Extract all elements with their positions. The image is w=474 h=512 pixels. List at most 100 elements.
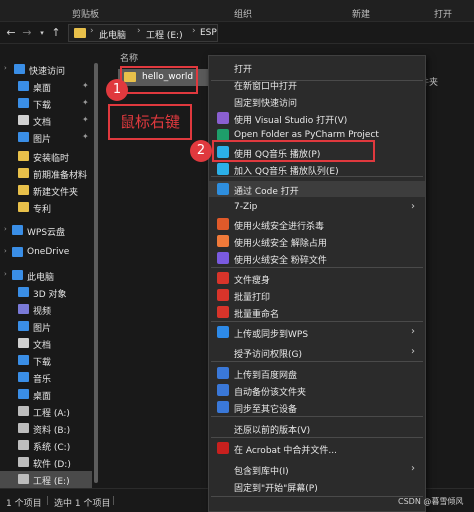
sidebar-item-label: 下载: [33, 358, 52, 368]
context-menu-item[interactable]: 同步至其它设备: [209, 399, 425, 415]
sidebar-item-label: 安装临时: [33, 154, 70, 164]
folder-icon: [18, 168, 29, 178]
context-menu-item[interactable]: 固定到"开始"屏幕(P): [209, 478, 425, 494]
folder-icon: [18, 202, 29, 212]
visual-studio-icon: [217, 112, 229, 124]
sidebar-item-label: 桌面: [33, 392, 52, 402]
context-menu-item[interactable]: 文件瘦身: [209, 270, 425, 286]
picture-icon: [18, 321, 29, 331]
sidebar-item-label: 3D 对象: [33, 290, 67, 300]
sidebar-item[interactable]: 图片: [0, 318, 92, 335]
wps-icon: [217, 289, 229, 301]
pin-icon: ✦: [82, 81, 89, 90]
context-menu-item[interactable]: 使用 Visual Studio 打开(V): [209, 110, 425, 126]
sidebar-item[interactable]: 文档: [0, 335, 92, 352]
breadcrumb-drive-e[interactable]: 工程 (E:): [146, 28, 183, 41]
sidebar-item-label: 系统 (C:): [33, 443, 71, 453]
chevron-right-icon[interactable]: ›: [4, 64, 7, 72]
context-menu-divider: [211, 496, 423, 497]
sidebar-item-label: 软件 (D:): [33, 460, 71, 470]
context-menu-item[interactable]: 打开: [209, 59, 425, 75]
sidebar-item-label: 工程 (A:): [33, 409, 70, 419]
context-menu-item[interactable]: 通过 Code 打开: [209, 181, 425, 197]
sidebar-item[interactable]: 系统 (C:): [0, 437, 92, 454]
sidebar-item[interactable]: 下载 ✦: [0, 95, 92, 112]
breadcrumb-this-pc[interactable]: 此电脑: [99, 28, 126, 41]
context-menu-item[interactable]: 使用火绒安全 解除占用: [209, 233, 425, 249]
context-menu-item[interactable]: 在 Acrobat 中合并文件...: [209, 440, 425, 456]
context-menu-item-label: 授予访问权限(G): [234, 350, 302, 360]
sidebar-item[interactable]: 软件 (D:): [0, 454, 92, 471]
context-menu-item[interactable]: 固定到快速访问: [209, 93, 425, 109]
navigation-pane-scrollbar[interactable]: [94, 63, 98, 483]
status-separator: |: [112, 496, 116, 506]
context-menu-item[interactable]: 包含到库中(I) ›: [209, 461, 425, 477]
sidebar-item[interactable]: 桌面 ✦: [0, 78, 92, 95]
sidebar-item[interactable]: 3D 对象: [0, 284, 92, 301]
sidebar-item[interactable]: 工程 (A:): [0, 403, 92, 420]
context-menu-item[interactable]: 使用火绒安全进行杀毒: [209, 216, 425, 232]
sidebar-item[interactable]: › 快速访问: [0, 61, 92, 78]
context-menu-item[interactable]: 上传到百度网盘: [209, 365, 425, 381]
context-menu-item[interactable]: 在新窗口中打开: [209, 76, 425, 92]
arrow-left-icon[interactable]: ←: [4, 25, 18, 41]
context-menu-item-label: 同步至其它设备: [234, 405, 298, 415]
sidebar-item[interactable]: 文档 ✦: [0, 112, 92, 129]
sidebar-item[interactable]: 专利: [0, 199, 92, 216]
context-menu-item[interactable]: 使用火绒安全 粉碎文件: [209, 250, 425, 266]
sidebar-item-label: WPS云盘: [27, 228, 66, 238]
sidebar-item[interactable]: › 此电脑: [0, 267, 92, 284]
context-menu-item[interactable]: 上传或同步到WPS ›: [209, 324, 425, 340]
context-menu-item[interactable]: 7-Zip ›: [209, 199, 425, 215]
arrow-up-icon[interactable]: ↑: [49, 25, 63, 41]
annotation-step-2-badge: 2: [190, 140, 212, 162]
context-menu-item[interactable]: 还原以前的版本(V): [209, 420, 425, 436]
context-menu-item-label: 使用火绒安全 解除占用: [234, 239, 327, 249]
address-bar[interactable]: › 此电脑 › 工程 (E:) › ESP: [68, 24, 218, 42]
context-menu-item-label: 在 Acrobat 中合并文件...: [234, 446, 338, 456]
drive-icon: [18, 406, 29, 416]
ribbon-group-organize: 组织: [234, 10, 253, 20]
document-icon: [18, 115, 29, 125]
chevron-right-icon[interactable]: ›: [4, 225, 7, 233]
context-menu-item-label: 还原以前的版本(V): [234, 426, 311, 436]
context-menu-item-label: 批量打印: [234, 293, 271, 303]
sidebar-item[interactable]: › OneDrive: [0, 244, 92, 261]
context-menu-item[interactable]: 批量打印: [209, 287, 425, 303]
wps-cloud-icon: [217, 326, 229, 338]
chevron-right-icon: ›: [411, 201, 415, 212]
chevron-right-icon[interactable]: ›: [4, 270, 7, 278]
arrow-right-icon[interactable]: →: [20, 25, 34, 41]
wps-icon: [217, 272, 229, 284]
ribbon-group-new: 新建: [352, 10, 371, 20]
chevron-down-icon[interactable]: ▾: [35, 25, 49, 41]
drive-icon: [18, 440, 29, 450]
sidebar-item[interactable]: › WPS云盘: [0, 222, 92, 239]
sidebar-item[interactable]: 图片 ✦: [0, 129, 92, 146]
breadcrumb-esp[interactable]: ESP: [200, 28, 217, 38]
context-menu-item[interactable]: 加入 QQ音乐 播放队列(E): [209, 161, 425, 177]
context-menu-item[interactable]: 批量重命名: [209, 304, 425, 320]
sidebar-item-label: 文档: [33, 118, 52, 128]
video-icon: [18, 304, 29, 314]
huorong-shred-icon: [217, 252, 229, 264]
sidebar-item[interactable]: 新建文件夹: [0, 182, 92, 199]
column-header-name[interactable]: 名称: [120, 51, 138, 64]
context-menu-item[interactable]: 授予访问权限(G) ›: [209, 344, 425, 360]
sidebar-item[interactable]: 工程 (E:): [0, 471, 92, 488]
context-menu-item-label: Open Folder as PyCharm Project: [234, 130, 379, 140]
sidebar-item[interactable]: 安装临时: [0, 148, 92, 165]
sidebar-item[interactable]: 音乐: [0, 369, 92, 386]
wps-icon: [217, 306, 229, 318]
sidebar-item[interactable]: 资料 (B:): [0, 420, 92, 437]
sidebar-item[interactable]: 视频: [0, 301, 92, 318]
chevron-right-icon[interactable]: ›: [4, 247, 7, 255]
desktop-icon: [18, 81, 29, 91]
sidebar-item[interactable]: 下载: [0, 352, 92, 369]
context-menu-item-label: 使用火绒安全 粉碎文件: [234, 256, 327, 266]
sidebar-item[interactable]: 桌面: [0, 386, 92, 403]
sidebar-item-label: 专利: [33, 205, 52, 215]
context-menu-item[interactable]: 自动备份该文件夹: [209, 382, 425, 398]
status-selected-count: 选中 1 个项目: [54, 499, 111, 509]
sidebar-item[interactable]: 前期准备材料: [0, 165, 92, 182]
